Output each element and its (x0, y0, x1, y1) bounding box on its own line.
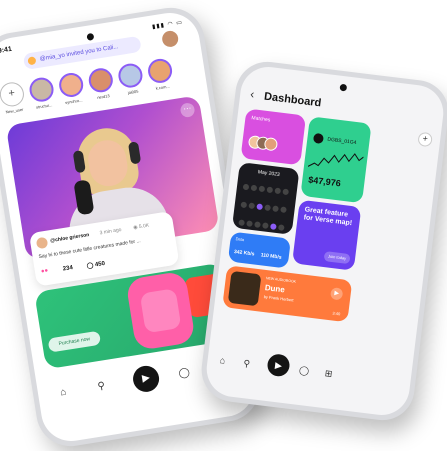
play-button[interactable]: ▶ (131, 363, 161, 394)
feature-tile[interactable]: Great feature for Verse map! Join today (292, 199, 362, 271)
story-label: structur... (35, 102, 53, 110)
audiobook-author: by Frank Herbert (263, 293, 294, 303)
join-button[interactable]: Join today (323, 251, 351, 265)
avatar (27, 75, 56, 104)
calendar-grid (232, 178, 293, 235)
location-icon[interactable]: ⚲ (243, 358, 251, 370)
right-phone-screen: ‹ Dashboard + Matches DGBS_01G4 $47,976 … (203, 63, 447, 419)
stock-sparkline (307, 153, 364, 167)
invite-avatar (27, 56, 37, 66)
front-camera (339, 83, 348, 92)
right-phone: ‹ Dashboard + Matches DGBS_01G4 $47,976 … (197, 58, 447, 424)
data-tile[interactable]: Data 342 Kb/s 110 Mb/s (227, 231, 292, 269)
avatar (263, 136, 279, 152)
audiobook-length: 3:40 (332, 310, 341, 317)
play-icon[interactable]: ▶ (329, 287, 344, 301)
audiobook-tile[interactable]: NEW AUDIOBOOK Dune by Frank Herbert ▶ 3:… (222, 265, 353, 323)
front-camera (86, 32, 95, 41)
avatar-group (247, 134, 279, 152)
purchase-button[interactable]: Purchase now (47, 330, 102, 353)
home-icon[interactable]: ⌂ (219, 355, 226, 366)
grid-icon[interactable]: ⊞ (324, 368, 333, 380)
post-author[interactable]: @chloe grierson (50, 232, 90, 244)
chat-icon[interactable]: ◯ (298, 365, 310, 377)
feature-text: Great feature for Verse map! (303, 206, 353, 228)
story-item[interactable]: k.com... (145, 57, 176, 92)
download-speed: 110 Mb/s (260, 252, 282, 261)
audiobook-title: Dune (264, 283, 286, 295)
home-icon[interactable]: ⌂ (59, 387, 67, 399)
story-add[interactable]: + New_user (0, 80, 28, 115)
more-icon[interactable]: ⋯ (179, 102, 196, 119)
stock-tile[interactable]: DGBS_01G4 $47,976 (300, 116, 372, 204)
page-title: Dashboard (263, 90, 322, 110)
avatar (146, 57, 174, 85)
story-item[interactable]: structur... (27, 75, 58, 111)
avatar (87, 66, 115, 95)
audiobook-tag: NEW AUDIOBOOK (265, 276, 297, 284)
status-icons: ▮▮▮ ◠ ▭ (151, 19, 184, 31)
profile-avatar[interactable] (161, 29, 180, 49)
coin-icon (312, 132, 325, 145)
data-label: Data (235, 236, 245, 243)
story-item[interactable]: nerd13 (86, 66, 117, 101)
upload-speed: 342 Kb/s (233, 249, 255, 258)
play-button[interactable]: ▶ (266, 353, 291, 378)
story-item[interactable]: synchro... (56, 71, 87, 106)
post-views: ◉ 5.0K (132, 222, 150, 231)
calendar-tile[interactable]: May 2023 (231, 162, 300, 235)
stock-price: $47,976 (307, 174, 342, 189)
likes-count: 234 (62, 264, 74, 273)
reactions-icon[interactable]: ●● (41, 268, 49, 275)
add-story-icon: + (0, 80, 26, 109)
chat-icon[interactable]: ◯ (178, 367, 191, 380)
story-label: nerd13 (96, 93, 110, 101)
avatar (35, 236, 49, 250)
book-cover (227, 270, 262, 307)
back-icon[interactable]: ‹ (250, 87, 256, 101)
story-item[interactable]: jai005 (116, 61, 147, 97)
add-icon[interactable]: + (417, 131, 433, 148)
story-label: New_user (5, 106, 24, 115)
matches-label: Matches (251, 115, 271, 124)
location-icon[interactable]: ⚲ (97, 380, 106, 392)
bottom-nav: ⌂ ⚲ ▶ ◯ ⊞ (214, 347, 346, 389)
status-time: 9:41 (0, 45, 13, 55)
story-label: k.com... (155, 83, 170, 91)
backpack-pocket (139, 288, 182, 334)
story-label: jai005 (127, 88, 139, 96)
avatar (57, 71, 85, 99)
story-label: synchro... (64, 97, 83, 106)
stock-symbol: DGBS_01G4 (327, 136, 357, 147)
post-time: 3 min ago (99, 226, 122, 237)
comments-count[interactable]: ◯ 450 (86, 260, 105, 270)
matches-tile[interactable]: Matches (240, 108, 307, 166)
invite-text: @mia_yo invited you to Cali... (39, 44, 119, 63)
avatar (116, 61, 145, 90)
